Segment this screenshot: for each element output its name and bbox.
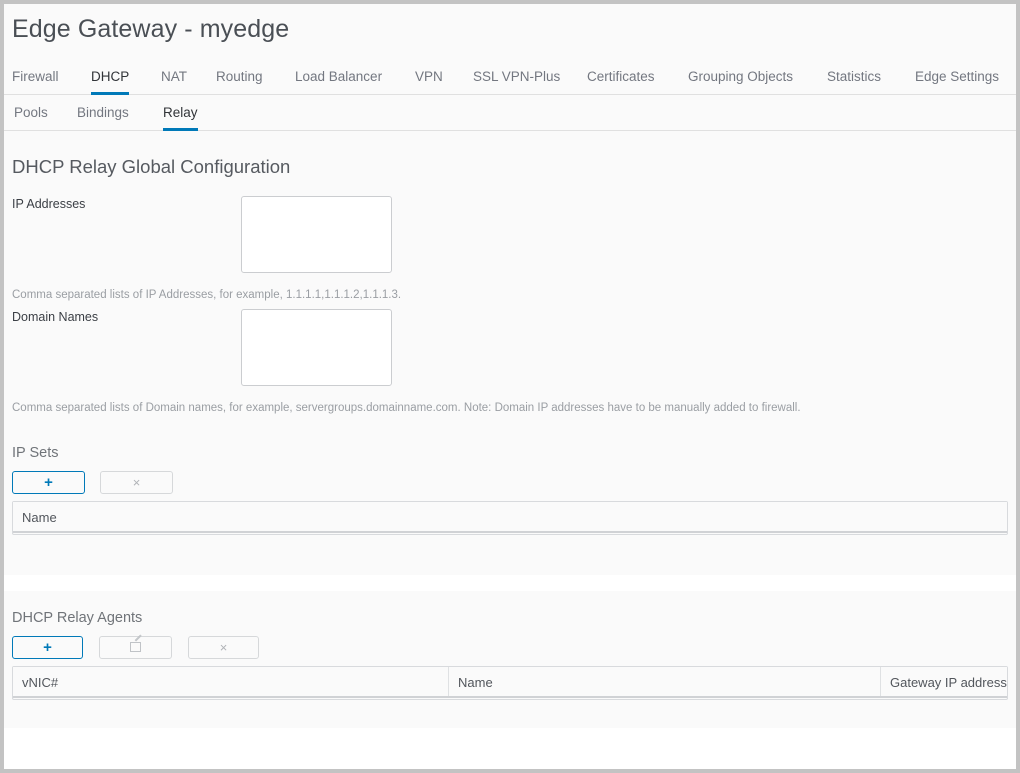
close-x-icon: × xyxy=(132,475,141,490)
ip-addresses-label: IP Addresses xyxy=(12,197,86,211)
application-window: Edge Gateway - myedge Firewall DHCP NAT … xyxy=(0,0,1020,773)
table-header-row: Name xyxy=(13,502,1007,533)
tab-dhcp[interactable]: DHCP xyxy=(91,62,130,95)
ip-sets-add-button[interactable]: + xyxy=(12,471,85,494)
column-header-name[interactable]: Name xyxy=(448,667,880,696)
ip-sets-table: Name xyxy=(12,501,1008,535)
plus-icon: + xyxy=(43,639,52,656)
tab-routing[interactable]: Routing xyxy=(216,62,263,95)
tab-firewall[interactable]: Firewall xyxy=(12,62,59,95)
column-header-vnic[interactable]: vNIC# xyxy=(13,667,448,696)
relay-agents-delete-button[interactable]: × xyxy=(188,636,259,659)
global-configuration-heading: DHCP Relay Global Configuration xyxy=(12,156,291,177)
relay-agents-empty-area xyxy=(12,700,1008,728)
tab-vpn[interactable]: VPN xyxy=(415,62,443,95)
ip-addresses-hint: Comma separated lists of IP Addresses, f… xyxy=(12,289,402,301)
tab-load-balancer[interactable]: Load Balancer xyxy=(295,62,382,95)
tab-grouping-objects[interactable]: Grouping Objects xyxy=(688,62,793,95)
primary-tabbar: Firewall DHCP NAT Routing Load Balancer … xyxy=(4,62,1016,95)
page-surface: Edge Gateway - myedge Firewall DHCP NAT … xyxy=(4,4,1016,728)
relay-agents-add-button[interactable]: + xyxy=(12,636,83,659)
subtab-relay[interactable]: Relay xyxy=(163,98,198,131)
section-separator xyxy=(4,575,1016,591)
table-header-row: vNIC# Name Gateway IP address xyxy=(13,667,1007,698)
domain-names-label: Domain Names xyxy=(12,310,99,324)
secondary-tabbar: Pools Bindings Relay xyxy=(4,98,1016,131)
tab-certificates[interactable]: Certificates xyxy=(587,62,655,95)
domain-names-hint: Comma separated lists of Domain names, f… xyxy=(12,402,801,414)
ip-sets-heading: IP Sets xyxy=(12,445,59,461)
ip-sets-empty-area xyxy=(12,535,1008,575)
column-header-gateway-ip[interactable]: Gateway IP address xyxy=(880,667,1007,696)
ip-sets-delete-button[interactable]: × xyxy=(100,471,173,494)
relay-agents-table: vNIC# Name Gateway IP address xyxy=(12,666,1008,700)
ip-addresses-input[interactable] xyxy=(241,196,392,273)
edit-pencil-icon xyxy=(129,634,142,653)
plus-icon: + xyxy=(44,474,53,491)
tab-statistics[interactable]: Statistics xyxy=(827,62,881,95)
relay-agents-heading: DHCP Relay Agents xyxy=(12,610,143,626)
column-header-name[interactable]: Name xyxy=(13,502,1007,531)
tab-nat[interactable]: NAT xyxy=(161,62,187,95)
page-title: Edge Gateway - myedge xyxy=(12,15,290,43)
close-x-icon: × xyxy=(219,640,228,655)
subtab-pools[interactable]: Pools xyxy=(14,98,48,131)
relay-agents-edit-button[interactable] xyxy=(99,634,172,659)
subtab-bindings[interactable]: Bindings xyxy=(77,98,129,131)
tab-edge-settings[interactable]: Edge Settings xyxy=(915,62,999,95)
domain-names-input[interactable] xyxy=(241,309,392,386)
tab-ssl-vpn-plus[interactable]: SSL VPN-Plus xyxy=(473,62,560,95)
